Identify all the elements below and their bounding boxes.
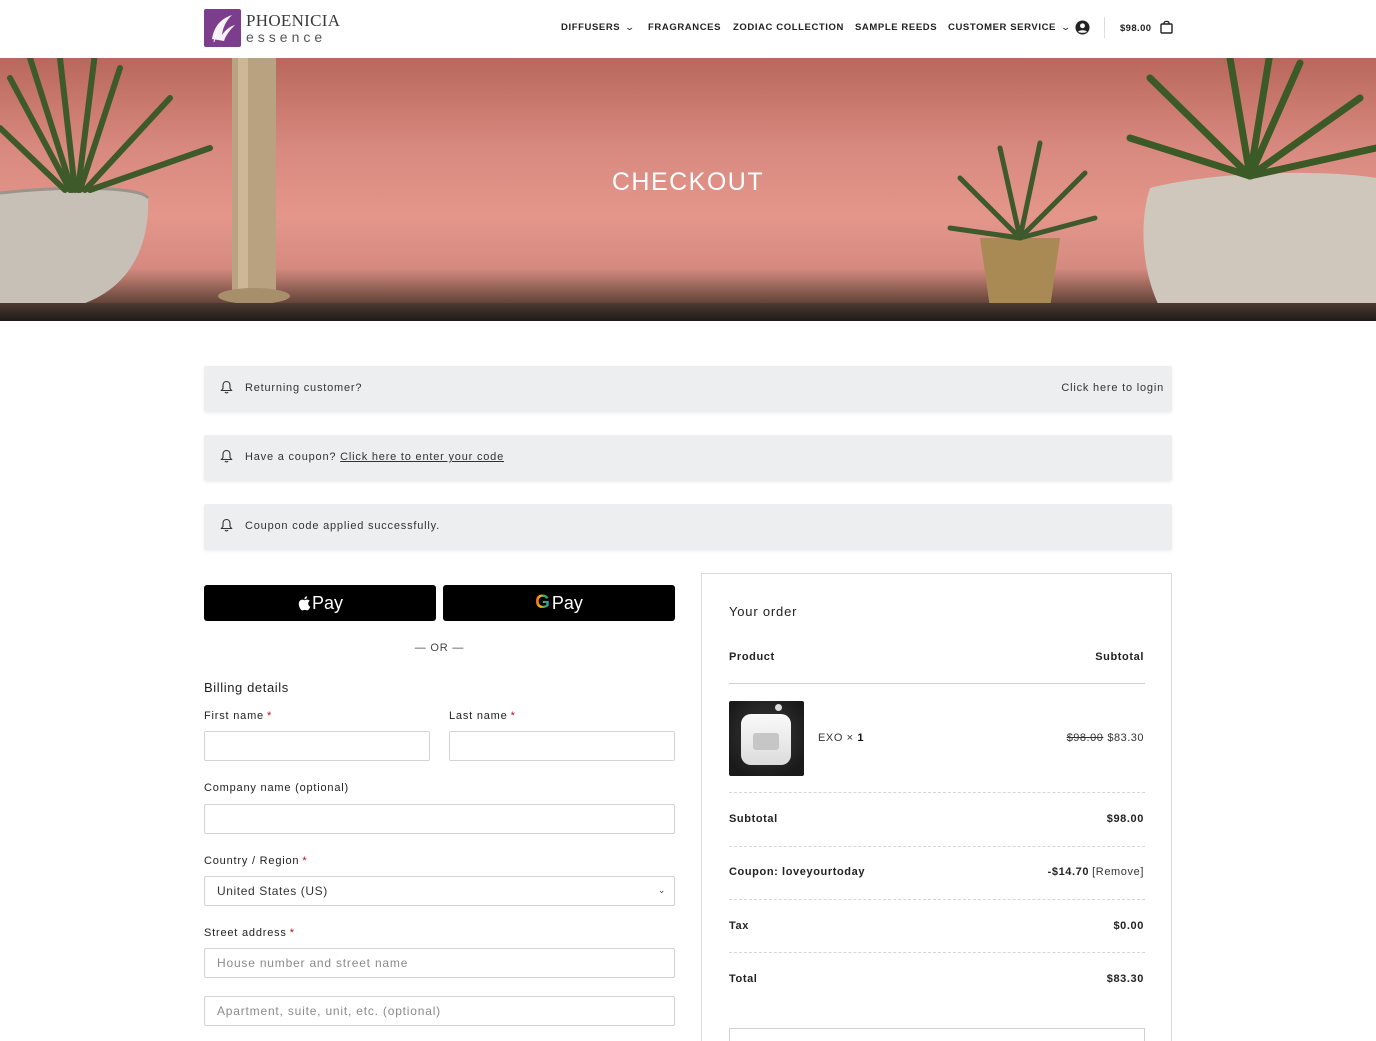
product-column-header: Product [729,651,775,663]
order-summary-title: Your order [729,604,798,619]
order-summary: Your order Product Subtotal EXO × 1 $98.… [701,573,1172,1041]
divider [729,792,1145,793]
coupon-notice: Have a coupon? Click here to enter your … [204,435,1172,480]
divider [729,683,1145,684]
cart-total[interactable]: $98.00 [1120,23,1151,34]
account-icon[interactable] [1075,20,1090,35]
product-thumbnail [729,701,804,776]
total-label: Total [729,973,758,985]
or-separator: — OR — [414,642,465,654]
google-pay-label: Pay [551,592,583,613]
nav-item-diffusers[interactable]: DIFFUSERS ⌄ [561,22,637,33]
coupon-notice-text: Have a coupon? Click here to enter your … [245,451,504,463]
order-item-name: EXO × 1 [818,732,865,744]
tax-label: Tax [729,920,749,932]
last-name-label: Last name * [449,710,516,722]
original-price: $98.00 [1066,732,1104,744]
billing-details-title: Billing details [204,680,289,695]
remove-coupon-link[interactable]: [Remove] [1092,866,1144,878]
chevron-down-icon: ⌄ [657,885,666,895]
apartment-field[interactable] [204,996,675,1026]
first-name-field[interactable] [204,731,430,761]
nav-item-label: FRAGRANCES [648,22,722,33]
nav-item-label: SAMPLE REEDS [855,22,938,33]
nav-item-fragrances[interactable]: FRAGRANCES [648,22,721,33]
divider [729,846,1145,847]
hero-shelf [0,303,1376,321]
nav-item-label: CUSTOMER SERVICE [948,22,1056,33]
required-mark: * [302,855,308,867]
bell-icon [220,380,233,394]
last-name-field[interactable] [449,731,675,761]
chevron-down-icon: ⌄ [1060,22,1072,32]
returning-customer-text: Returning customer? [245,382,363,394]
nav-item-label: DIFFUSERS [561,22,621,33]
subtotal-value: $98.00 [1106,813,1144,825]
country-label: Country / Region * [204,855,308,867]
street-address-field[interactable] [204,948,675,978]
tax-value: $0.00 [1113,920,1144,932]
login-link[interactable]: Click here to login [1061,382,1164,394]
total-value: $83.30 [1106,973,1144,985]
payment-methods-box [729,1028,1145,1041]
nav-item-label: ZODIAC COLLECTION [733,22,844,33]
bell-icon [220,449,233,463]
chevron-down-icon: ⌄ [624,22,637,32]
first-name-label: First name * [204,710,273,722]
order-item-price: $98.00 $83.30 [1067,732,1144,744]
google-pay-button[interactable]: G Pay [443,585,675,621]
google-g-icon: G [535,592,550,613]
required-mark: * [266,710,273,722]
nav-divider [1104,17,1105,38]
coupon-question: Have a coupon? [245,451,341,463]
nav-item-sample-reeds[interactable]: SAMPLE REEDS [855,22,937,33]
divider [729,952,1145,953]
nav-item-zodiac-collection[interactable]: ZODIAC COLLECTION [733,22,844,33]
apple-pay-label: Pay [311,592,344,613]
page-title: CHECKOUT [611,168,765,196]
coupon-value: -$14.70 [Remove] [1047,866,1144,878]
country-select[interactable]: United States (US) ⌄ [204,876,675,906]
company-name-field[interactable] [204,804,675,834]
nav-item-customer-service[interactable]: CUSTOMER SERVICE ⌄ [948,22,1072,33]
divider [729,899,1145,900]
apple-icon [298,596,311,611]
sale-price: $83.30 [1107,732,1144,744]
coupon-label: Coupon: loveyourtoday [729,866,866,878]
returning-customer-notice: Returning customer? Click here to login [204,366,1172,411]
required-mark: * [289,927,295,939]
subtotal-label: Subtotal [729,813,778,825]
order-item-quantity: 1 [857,732,865,744]
apple-pay-button[interactable]: Pay [204,585,436,621]
country-selected-value: United States (US) [217,884,328,898]
required-mark: * [510,710,516,722]
site-header: PHOENICIA essence DIFFUSERS ⌄ FRAGRANCES… [0,0,1376,58]
bell-icon [220,518,233,532]
company-name-label: Company name (optional) [204,782,349,794]
enter-coupon-link[interactable]: Click here to enter your code [340,451,504,463]
street-address-label: Street address * [204,927,295,939]
subtotal-column-header: Subtotal [1095,651,1144,663]
hero-banner: CHECKOUT [0,58,1376,321]
coupon-applied-text: Coupon code applied successfully. [245,520,440,532]
coupon-applied-notice: Coupon code applied successfully. [204,504,1172,549]
cart-icon[interactable] [1160,20,1173,34]
